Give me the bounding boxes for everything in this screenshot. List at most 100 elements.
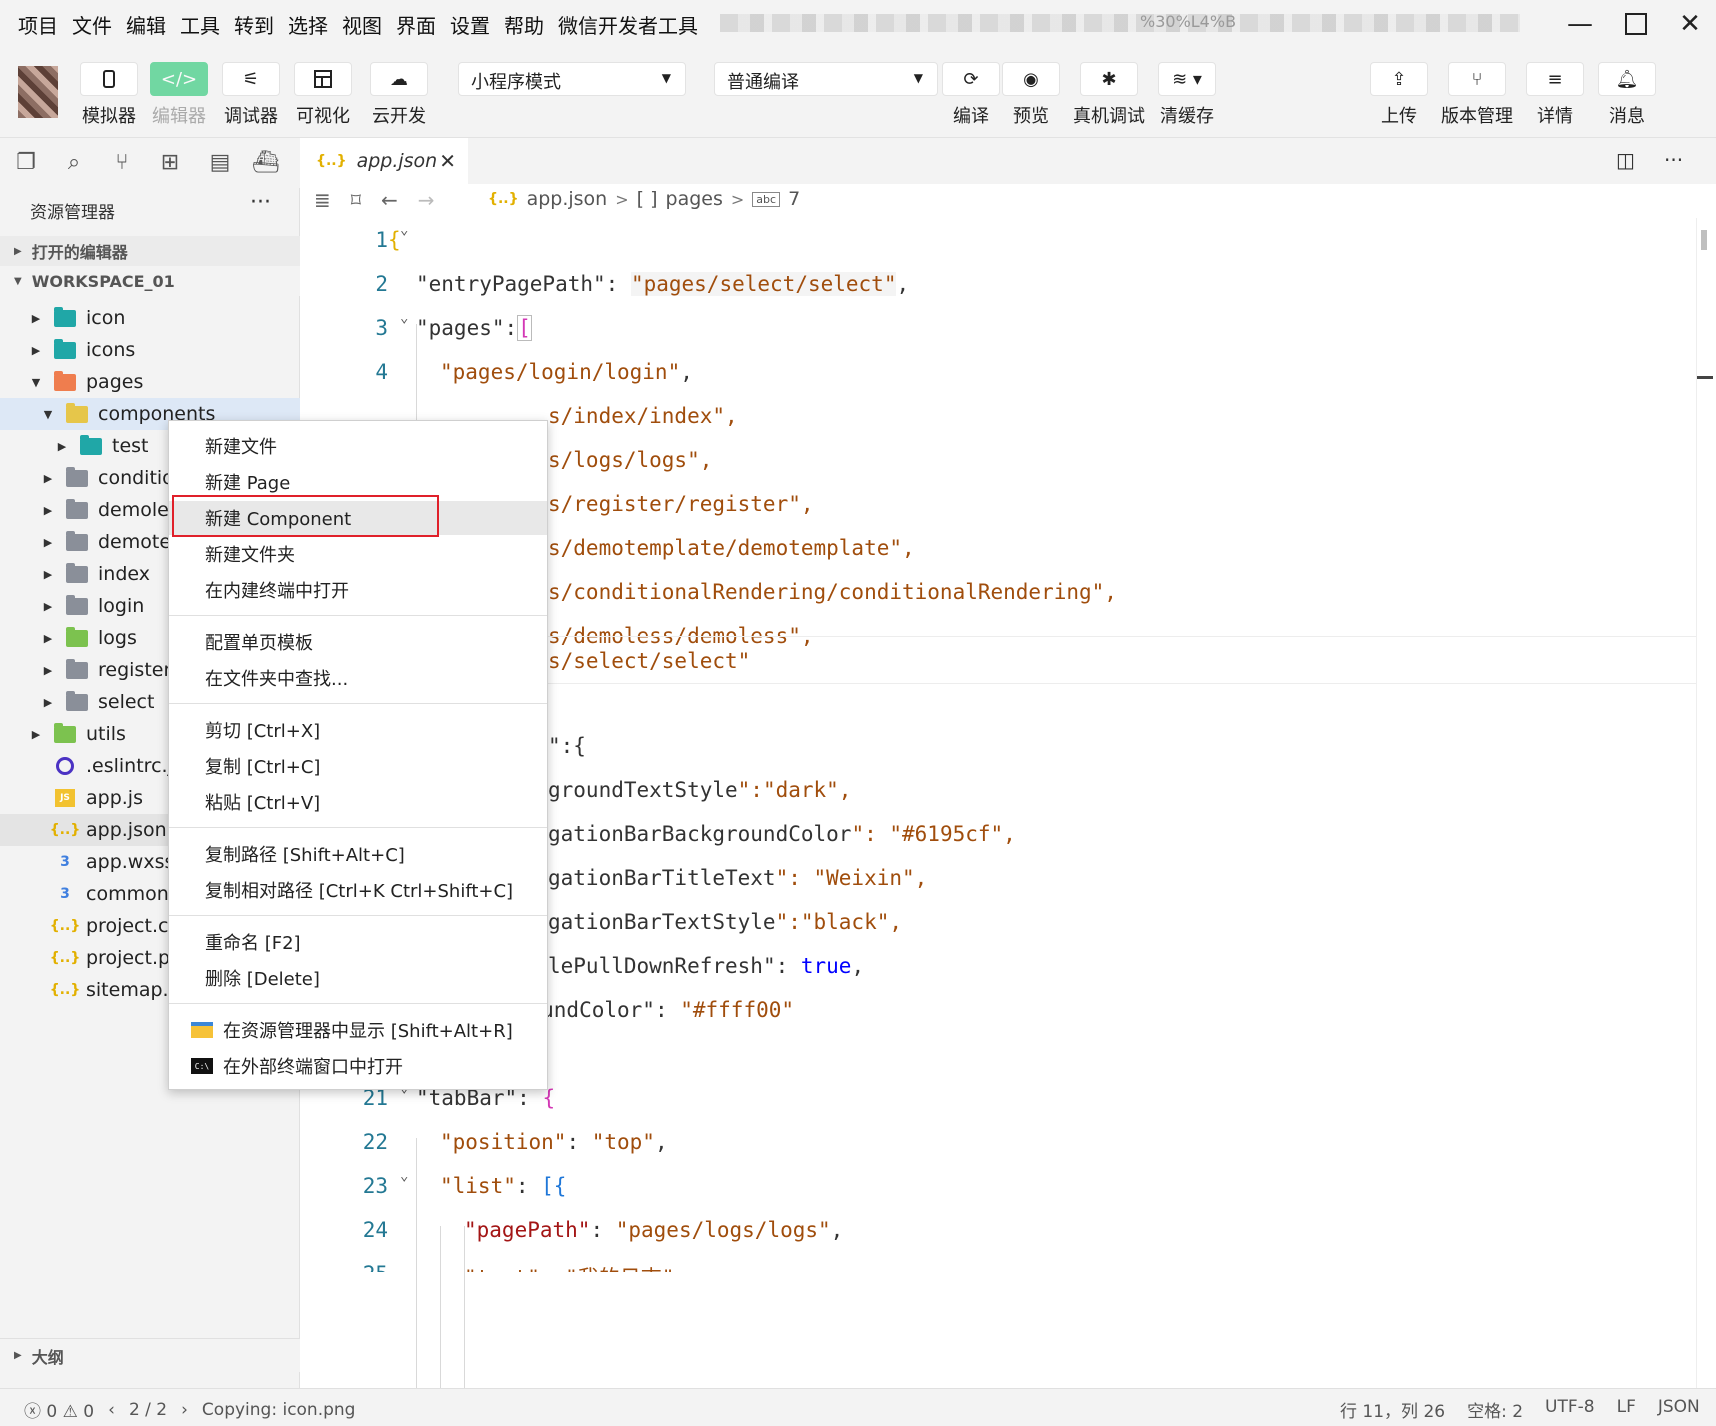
menu-view[interactable]: 视图 [342,10,382,39]
search-icon[interactable]: ⌕ [60,148,88,176]
messages-button[interactable]: 🔔︎ 消息 [1596,62,1658,128]
menu-icon: ≡ [1526,62,1584,96]
menu-item-delete[interactable]: 删除 [Delete] [169,961,547,995]
chevron-right-icon: > [615,189,629,209]
breadcrumb-file[interactable]: app.json [527,188,608,210]
menu-items: 项目 文件 编辑 工具 转到 选择 视图 界面 设置 帮助 微信开发者工具 [18,10,698,39]
maximize-button[interactable] [1610,6,1662,42]
chevron-right-icon: ▶ [43,567,53,581]
compile-label: 编译 [953,106,989,127]
chevron-right-icon[interactable]: › [181,1400,188,1420]
menu-item-copy[interactable]: 复制 [Ctrl+C] [169,749,547,783]
preview-button[interactable]: ◉ 预览 [1000,62,1062,128]
menu-item-reveal-in-explorer[interactable]: 在资源管理器中显示 [Shift+Alt+R] [169,1013,547,1047]
copy-files-icon[interactable]: ❐ [12,148,40,176]
simulator-label: 模拟器 [82,106,136,127]
chevron-right-icon: ▶ [43,663,53,677]
tree-folder-icons[interactable]: ▶ icons [0,334,300,366]
docker-icon[interactable]: ⛴ [252,148,280,176]
eye-icon: ◉ [1002,62,1060,96]
details-button[interactable]: ≡ 详情 [1524,62,1586,128]
menu-item-new-folder[interactable]: 新建文件夹 [169,537,547,571]
menu-wechat-devtools[interactable]: 微信开发者工具 [558,10,698,39]
tree-folder-icon[interactable]: ▶ icon [0,302,300,334]
terminal-icon: C:\ [191,1058,213,1074]
menu-item-open-in-terminal[interactable]: 在内建终端中打开 [169,573,547,607]
menu-edit[interactable]: 编辑 [126,10,166,39]
code-line: 24 "pagePath": "pages/logs/logs", [300,1208,1696,1256]
clear-cache-button[interactable]: ≋ ▾ 清缓存 [1156,62,1218,128]
folder-icon [66,498,88,520]
avatar[interactable] [18,66,58,118]
menu-item-page-template[interactable]: 配置单页模板 [169,625,547,659]
breadcrumb-key[interactable]: pages [666,188,723,210]
more-icon[interactable]: ··· [250,190,271,215]
version-control-button[interactable]: ⑂ 版本管理 [1441,62,1513,128]
extensions-icon[interactable]: ⊞ [156,148,184,176]
code-line: 1 ⌄ { [300,218,1696,266]
indent-setting[interactable]: 空格: 2 [1467,1397,1523,1422]
simulator-button[interactable]: 模拟器 [78,62,140,128]
close-window-button[interactable]: ✕ [1664,6,1716,42]
code-text: "pages":[ [416,315,532,341]
source-control-icon[interactable]: ⑂ [108,148,136,176]
bookmark-icon[interactable]: ⌑ [351,188,361,212]
encoding[interactable]: UTF-8 [1545,1397,1595,1422]
cursor-position[interactable]: 行 11，列 26 [1340,1397,1445,1422]
bug-icon: ✱ [1080,62,1138,96]
mode-select[interactable]: 小程序模式 ▼ [458,62,686,96]
compile-button[interactable]: ⟳ 编译 [940,62,1002,128]
language-mode[interactable]: JSON [1658,1397,1700,1422]
menu-project[interactable]: 项目 [18,10,58,39]
remote-debug-button[interactable]: ✱ 真机调试 [1073,62,1145,128]
chevron-down-icon[interactable]: ⌄ [400,310,408,326]
menu-item-new-component[interactable]: 新建 Component [169,501,547,535]
visualize-button[interactable]: 可视化 [292,62,354,128]
storage-icon[interactable]: ▤ [206,148,234,176]
scrollbar-thumb[interactable] [1701,230,1707,250]
menu-select[interactable]: 选择 [288,10,328,39]
cloud-dev-button[interactable]: ☁ 云开发 [368,62,430,128]
outline-section[interactable]: ▶ 大纲 [0,1338,300,1372]
menu-settings[interactable]: 设置 [450,10,490,39]
editor-label: 编辑器 [152,106,206,127]
list-icon[interactable]: ≣ [314,188,331,212]
compile-select[interactable]: 普通编译 ▼ [714,62,938,96]
menu-item-paste[interactable]: 粘贴 [Ctrl+V] [169,785,547,819]
menu-item-copy-path[interactable]: 复制路径 [Shift+Alt+C] [169,837,547,871]
menu-goto[interactable]: 转到 [234,10,274,39]
menu-item-copy-relative-path[interactable]: 复制相对路径 [Ctrl+K Ctrl+Shift+C] [169,873,547,907]
editor-button[interactable]: </> 编辑器 [148,62,210,128]
close-icon[interactable]: ✕ [439,149,456,173]
tab-app-json[interactable]: {..} app.json ✕ [300,138,468,184]
upload-button[interactable]: ⇪ 上传 [1368,62,1430,128]
tree-label: logs [98,627,137,649]
breadcrumb-index[interactable]: 7 [788,188,800,210]
chevron-down-icon[interactable]: ⌄ [400,222,408,238]
menu-interface[interactable]: 界面 [396,10,436,39]
back-arrow-icon[interactable]: ← [381,188,398,212]
chevron-down-icon[interactable]: ⌄ [400,1168,408,1184]
end-of-line[interactable]: LF [1617,1397,1636,1422]
chevron-left-icon[interactable]: ‹ [108,1400,115,1420]
vertical-scrollbar[interactable] [1696,218,1716,1388]
minimize-button[interactable]: — [1554,6,1606,42]
workspace-section[interactable]: ▼ WORKSPACE_01 [0,266,300,296]
menu-item-cut[interactable]: 剪切 [Ctrl+X] [169,713,547,747]
more-actions-icon[interactable]: ··· [1664,148,1683,172]
problems-indicator[interactable]: ⓧ 0 ⚠ 0 [24,1397,94,1422]
menu-item-open-external-terminal[interactable]: C:\ 在外部终端窗口中打开 [169,1049,547,1083]
menu-item-find-in-folder[interactable]: 在文件夹中查找... [169,661,547,695]
menu-item-new-file[interactable]: 新建文件 [169,429,547,463]
menu-file[interactable]: 文件 [72,10,112,39]
debugger-button[interactable]: ⚟ 调试器 [220,62,282,128]
forward-arrow-icon[interactable]: → [418,188,435,212]
tree-folder-pages[interactable]: ▼ pages [0,366,300,398]
menu-item-rename[interactable]: 重命名 [F2] [169,925,547,959]
menu-help[interactable]: 帮助 [504,10,544,39]
menu-item-new-page[interactable]: 新建 Page [169,465,547,499]
open-editors-section[interactable]: ▶ 打开的编辑器 [0,236,300,266]
split-editor-icon[interactable]: ◫ [1616,148,1635,172]
menu-tools[interactable]: 工具 [180,10,220,39]
chevron-down-icon: ▼ [31,375,41,389]
